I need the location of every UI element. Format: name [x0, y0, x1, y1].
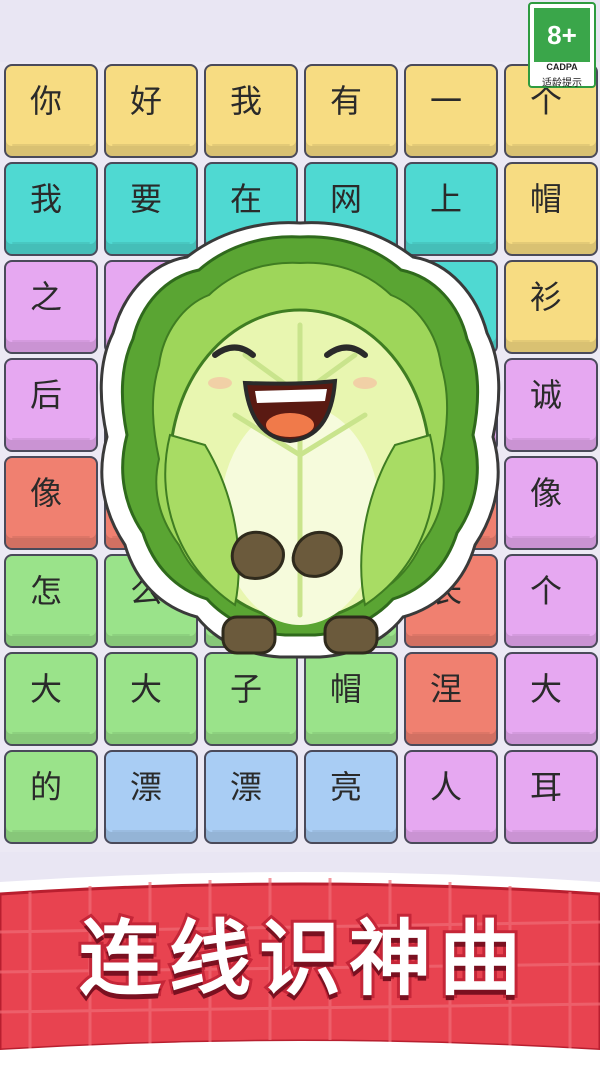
character-tile[interactable]: 一: [404, 64, 498, 158]
character-tile[interactable]: 怎: [4, 554, 98, 648]
character-tile[interactable]: 有: [304, 64, 398, 158]
character-tile[interactable]: 大: [504, 652, 598, 746]
character-tile[interactable]: 衫: [504, 260, 598, 354]
character-tile[interactable]: 帽: [504, 162, 598, 256]
title-char: 识: [256, 909, 344, 1010]
age-rating-badge: 8+ CADPA 适龄提示: [528, 2, 596, 89]
character-tile[interactable]: 后: [4, 358, 98, 452]
age-rating-org: CADPA: [546, 62, 578, 72]
character-tile[interactable]: 人: [404, 750, 498, 844]
character-tile[interactable]: 大: [4, 652, 98, 746]
title-char: 神: [346, 909, 434, 1010]
character-tile[interactable]: 个: [504, 554, 598, 648]
character-tile[interactable]: 漂: [204, 750, 298, 844]
character-tile[interactable]: 诚: [504, 358, 598, 452]
character-tile[interactable]: 你: [4, 64, 98, 158]
age-rating-label: 8+: [534, 8, 590, 62]
game-title: 连线识神曲: [0, 905, 600, 1015]
character-tile[interactable]: 像: [4, 456, 98, 550]
title-char: 线: [166, 909, 254, 1010]
age-rating-note: 适龄提示: [542, 78, 582, 89]
character-tile[interactable]: 我: [4, 162, 98, 256]
character-tile[interactable]: 我: [204, 64, 298, 158]
character-tile[interactable]: 耳: [504, 750, 598, 844]
character-tile[interactable]: 像: [504, 456, 598, 550]
character-tile[interactable]: 好: [104, 64, 198, 158]
character-tile[interactable]: 的: [4, 750, 98, 844]
cabbage-mascot: [99, 221, 501, 659]
character-tile[interactable]: 漂: [104, 750, 198, 844]
character-tile[interactable]: 之: [4, 260, 98, 354]
title-char: 曲: [436, 909, 524, 1010]
character-tile[interactable]: 亮: [304, 750, 398, 844]
title-char: 连: [76, 909, 164, 1010]
